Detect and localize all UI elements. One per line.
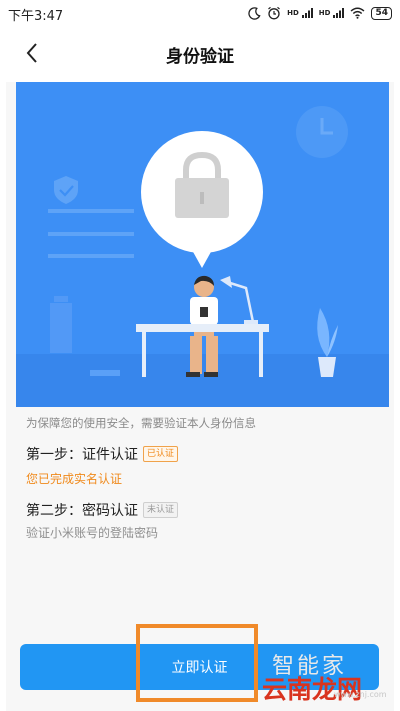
step-2-subtitle: 验证小米账号的登陆密码: [26, 526, 159, 540]
desk-lamp-icon: [220, 276, 258, 324]
status-icons: HD HD 54: [248, 4, 392, 22]
lock-bubble: [141, 131, 263, 268]
watermark-url: www.znj.com: [334, 690, 387, 699]
content-panel: 为保障您的使用安全，需要验证本人身份信息 第一步：证件认证 已认证 您已完成实名…: [6, 82, 394, 711]
wifi-icon: [351, 7, 365, 19]
status-bar: 下午3:47 HD HD 54: [0, 0, 400, 26]
step-2-status-badge: 未认证: [143, 502, 179, 518]
nav-bar: 身份验证: [0, 26, 400, 82]
signal-icon: [301, 8, 313, 18]
step-1-subtitle: 您已完成实名认证: [26, 472, 123, 486]
hero-illustration: [16, 82, 389, 407]
verify-now-label: 立即认证: [171, 660, 228, 676]
step-1-title: 第一步：证件认证: [26, 447, 138, 463]
signal-label-2: HD: [318, 9, 331, 17]
signal-icon-2: [333, 8, 345, 18]
info-text: 为保障您的使用安全，需要验证本人身份信息: [26, 416, 256, 430]
watermark-main: 云南龙网: [262, 675, 363, 704]
shelf: [48, 209, 134, 258]
status-time: 下午3:47: [8, 9, 64, 24]
shield-check-icon: [54, 176, 78, 204]
page-title: 身份验证: [166, 47, 234, 67]
step-2-title-row: 第二步：密码认证 未认证: [26, 500, 179, 520]
moon-icon: [248, 6, 261, 20]
security-illustration: [16, 106, 389, 407]
step-2-title: 第二步：密码认证: [26, 503, 138, 519]
step-1-title-row: 第一步：证件认证 已认证: [26, 444, 179, 464]
signal-label-1: HD: [287, 9, 299, 17]
alarm-icon: [268, 6, 281, 20]
battery-icon: 54: [371, 6, 392, 20]
step-1-status-badge: 已认证: [143, 446, 179, 462]
clock-icon: [296, 106, 348, 158]
